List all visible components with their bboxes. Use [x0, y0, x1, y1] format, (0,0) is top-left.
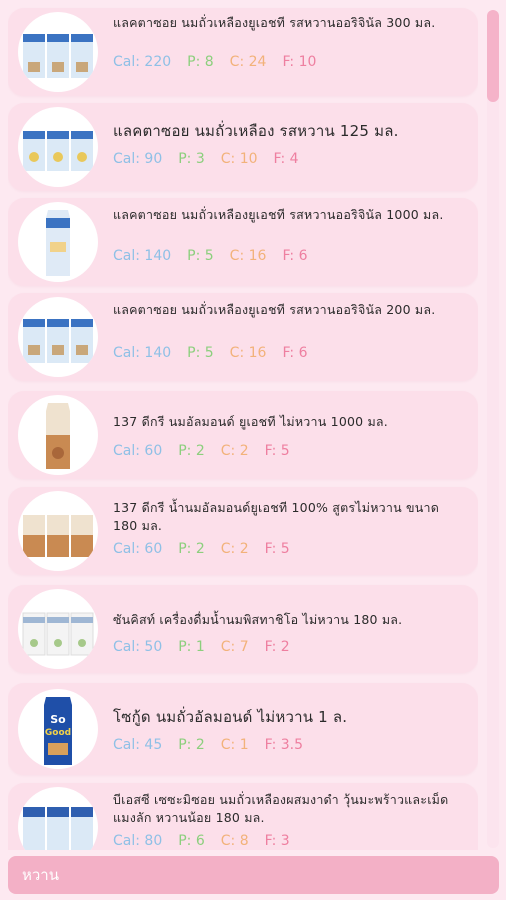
list-item[interactable]: แลคตาซอย นมถั่วเหลืองยูเอชที รสหวานออริจ… — [8, 293, 478, 381]
fat-value: F: 4 — [273, 151, 299, 167]
nutrition-row: Cal: 45 P: 2 C: 1 F: 3.5 — [113, 737, 319, 753]
list-item[interactable]: 137 ดีกรี น้ำนมอัลมอนด์ยูเอชที 100% สูตร… — [8, 487, 478, 575]
carbs-value: C: 2 — [220, 541, 249, 557]
nutrition-row: Cal: 80 P: 6 C: 8 F: 3 — [113, 833, 306, 849]
svg-text:So: So — [50, 713, 66, 726]
fat-value: F: 3 — [264, 833, 290, 849]
calories-value: Cal: 50 — [113, 639, 163, 655]
list-item[interactable]: บีเอสซี เซซะมิซอย นมถั่วเหลืองผสมงาดำ วุ… — [8, 783, 478, 850]
nutrition-row: Cal: 50 P: 1 C: 7 F: 2 — [113, 639, 306, 655]
carbs-value: C: 10 — [220, 151, 258, 167]
fat-value: F: 5 — [264, 541, 290, 557]
item-title: แลคตาซอย นมถั่วเหลือง รสหวาน 125 มล. — [113, 122, 399, 140]
nutrition-row: Cal: 60 P: 2 C: 2 F: 5 — [113, 541, 306, 557]
nutrition-row: Cal: 140 P: 5 C: 16 F: 6 — [113, 248, 323, 264]
list-item[interactable]: แลคตาซอย นมถั่วเหลืองยูเอชที รสหวานออริจ… — [8, 198, 478, 286]
svg-text:Good: Good — [45, 728, 71, 738]
protein-value: P: 3 — [178, 151, 205, 167]
category-label: หวาน — [22, 866, 59, 884]
item-title: โซกู้ด นมถั่วอัลมอนด์ ไม่หวาน 1 ล. — [113, 708, 348, 726]
calories-value: Cal: 140 — [113, 248, 172, 264]
fat-value: F: 2 — [264, 639, 290, 655]
protein-value: P: 2 — [178, 443, 205, 459]
calories-value: Cal: 140 — [113, 345, 172, 361]
protein-value: P: 8 — [187, 54, 214, 70]
product-thumbnail — [18, 491, 98, 571]
product-thumbnail — [18, 107, 98, 187]
nutrition-row: Cal: 60 P: 2 C: 2 F: 5 — [113, 443, 306, 459]
fat-value: F: 3.5 — [264, 737, 304, 753]
nutrition-row: Cal: 90 P: 3 C: 10 F: 4 — [113, 151, 315, 167]
carbs-value: C: 24 — [229, 54, 267, 70]
scrollbar-thumb[interactable] — [487, 10, 499, 102]
item-title: บีเอสซี เซซะมิซอย นมถั่วเหลืองผสมงาดำ วุ… — [113, 792, 449, 825]
product-thumbnail — [18, 589, 98, 669]
fat-value: F: 5 — [264, 443, 290, 459]
item-title: แลคตาซอย นมถั่วเหลืองยูเอชที รสหวานออริจ… — [113, 15, 436, 30]
product-thumbnail — [18, 787, 98, 850]
calories-value: Cal: 90 — [113, 151, 163, 167]
calories-value: Cal: 80 — [113, 833, 163, 849]
carbs-value: C: 2 — [220, 443, 249, 459]
carbs-value: C: 7 — [220, 639, 249, 655]
product-thumbnail — [18, 395, 98, 475]
calories-value: Cal: 45 — [113, 737, 163, 753]
protein-value: P: 1 — [178, 639, 205, 655]
category-bar[interactable]: หวาน — [8, 856, 499, 894]
product-thumbnail: So Good — [18, 689, 98, 769]
list-item[interactable]: แลคตาซอย นมถั่วเหลือง รสหวาน 125 มล. Cal… — [8, 103, 478, 191]
item-title: 137 ดีกรี นมอัลมอนด์ ยูเอชที ไม่หวาน 100… — [113, 414, 388, 429]
list-item[interactable]: แลคตาซอย นมถั่วเหลืองยูเอชที รสหวานออริจ… — [8, 8, 478, 96]
item-title: แลคตาซอย นมถั่วเหลืองยูเอชที รสหวานออริจ… — [113, 207, 444, 222]
fat-value: F: 6 — [282, 248, 308, 264]
carbs-value: C: 16 — [229, 345, 267, 361]
product-thumbnail — [18, 297, 98, 377]
product-thumbnail — [18, 12, 98, 92]
carbs-value: C: 8 — [220, 833, 249, 849]
list-item[interactable]: ซันคิสท์ เครื่องดื่มน้ำนมพิสทาชิโอ ไม่หว… — [8, 585, 478, 673]
carbs-value: C: 1 — [220, 737, 249, 753]
item-title: ซันคิสท์ เครื่องดื่มน้ำนมพิสทาชิโอ ไม่หว… — [113, 612, 403, 627]
fat-value: F: 6 — [282, 345, 308, 361]
fat-value: F: 10 — [282, 54, 317, 70]
list-item[interactable]: 137 ดีกรี นมอัลมอนด์ ยูเอชที ไม่หวาน 100… — [8, 391, 478, 479]
calories-value: Cal: 60 — [113, 443, 163, 459]
protein-value: P: 6 — [178, 833, 205, 849]
list-item[interactable]: So Good โซกู้ด นมถั่วอัลมอนด์ ไม่หวาน 1 … — [8, 683, 478, 775]
nutrition-row: Cal: 220 P: 8 C: 24 F: 10 — [113, 54, 332, 70]
protein-value: P: 5 — [187, 345, 214, 361]
protein-value: P: 2 — [178, 737, 205, 753]
protein-value: P: 2 — [178, 541, 205, 557]
item-title: แลคตาซอย นมถั่วเหลืองยูเอชที รสหวานออริจ… — [113, 302, 436, 317]
item-title: 137 ดีกรี น้ำนมอัลมอนด์ยูเอชที 100% สูตร… — [113, 500, 440, 533]
calories-value: Cal: 220 — [113, 54, 172, 70]
carbs-value: C: 16 — [229, 248, 267, 264]
product-thumbnail — [18, 202, 98, 282]
protein-value: P: 5 — [187, 248, 214, 264]
calories-value: Cal: 60 — [113, 541, 163, 557]
scrollbar[interactable] — [487, 10, 499, 848]
food-list[interactable]: แลคตาซอย นมถั่วเหลืองยูเอชที รสหวานออริจ… — [8, 0, 478, 850]
nutrition-row: Cal: 140 P: 5 C: 16 F: 6 — [113, 345, 323, 361]
